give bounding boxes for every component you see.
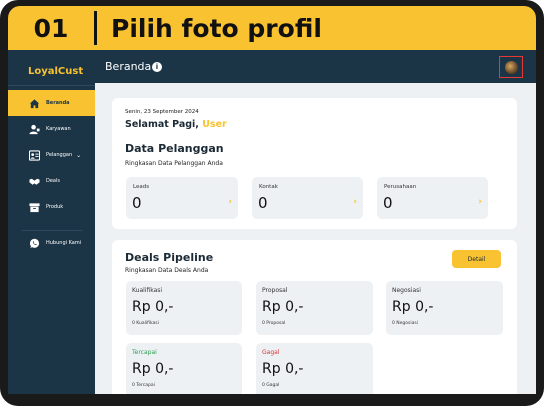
sidebar-item-label: Pelanggan <box>46 152 73 158</box>
pipeline-section-title: Deals Pipeline <box>125 251 214 264</box>
deal-stage-value: Rp 0,- <box>392 299 434 315</box>
banner-divider <box>94 11 97 45</box>
customer-section-subtitle: Ringkasan Data Pelanggan Anda <box>125 160 223 167</box>
deal-stage-value: Rp 0,- <box>132 361 174 377</box>
logo-divider <box>8 85 95 86</box>
deal-stage-label: Tercapai <box>132 349 157 356</box>
page-title: Beranda <box>105 60 152 73</box>
deals-pipeline-card: Deals Pipeline Ringkasan Data Deals Anda… <box>112 240 517 394</box>
stat-value: 0 <box>132 194 142 212</box>
chevron-right-icon: › <box>228 197 232 207</box>
stat-card-leads[interactable]: Leads 0 › <box>126 177 238 219</box>
step-number: 01 <box>33 13 69 43</box>
deal-stage-count: 0 Proposal <box>262 321 286 326</box>
greeting: Selamat Pagi, User <box>125 119 227 130</box>
deal-stage-value: Rp 0,- <box>262 299 304 315</box>
sidebar-item-deals[interactable]: Deals <box>8 168 95 194</box>
info-icon[interactable]: i <box>152 62 162 72</box>
box-icon <box>29 202 40 213</box>
stat-card-perusahaan[interactable]: Perusahaan 0 › <box>377 177 488 219</box>
sidebar-item-beranda[interactable]: Beranda <box>8 90 95 116</box>
top-bar: Beranda i <box>95 50 536 83</box>
employee-icon <box>29 124 40 135</box>
sidebar-item-label: Deals <box>46 178 60 184</box>
device-frame: 01 Pilih foto profil LoyalCust Beranda K… <box>0 0 544 406</box>
deal-stage-count: 0 Kualifikasi <box>132 321 159 326</box>
deal-stage-label: Negosiasi <box>392 287 421 294</box>
customer-section-title: Data Pelanggan <box>125 142 224 155</box>
deal-stage-label: Gagal <box>262 349 280 356</box>
deal-stage-proposal[interactable]: Proposal Rp 0,- 0 Proposal <box>256 281 373 335</box>
deal-stage-negosiasi[interactable]: Negosiasi Rp 0,- 0 Negosiasi <box>386 281 503 335</box>
user-name: User <box>202 119 227 130</box>
deal-stage-kualifikasi[interactable]: Kualifikasi Rp 0,- 0 Kualifikasi <box>126 281 242 335</box>
chevron-down-icon: ⌄ <box>76 151 82 159</box>
app-screen: LoyalCust Beranda Karyawan Pelanggan ⌄ D… <box>8 50 536 394</box>
stat-label: Kontak <box>259 184 278 190</box>
stat-value: 0 <box>383 194 393 212</box>
whatsapp-icon <box>29 238 40 249</box>
deal-stage-value: Rp 0,- <box>262 361 304 377</box>
pipeline-section-subtitle: Ringkasan Data Deals Anda <box>125 267 209 274</box>
detail-button[interactable]: Detail <box>452 250 501 268</box>
sidebar-item-label: Karyawan <box>46 126 71 132</box>
deal-stage-value: Rp 0,- <box>132 299 174 315</box>
chevron-right-icon: › <box>478 197 482 207</box>
home-icon <box>29 98 40 109</box>
customer-summary-card: Senin, 23 September 2024 Selamat Pagi, U… <box>112 98 517 229</box>
greeting-text: Selamat Pagi, <box>125 119 199 130</box>
deal-stage-label: Kualifikasi <box>132 287 163 294</box>
sidebar-item-label: Produk <box>46 204 64 210</box>
sidebar-item-hubungi-kami[interactable]: Hubungi Kami <box>8 230 95 256</box>
sidebar-item-label: Beranda <box>46 100 70 106</box>
avatar[interactable] <box>504 60 518 74</box>
chevron-right-icon: › <box>353 197 357 207</box>
stat-value: 0 <box>258 194 268 212</box>
stat-label: Perusahaan <box>384 184 417 190</box>
deal-stage-gagal[interactable]: Gagal Rp 0,- 0 Gagal <box>256 343 373 394</box>
current-date: Senin, 23 September 2024 <box>125 109 199 115</box>
step-banner: 01 Pilih foto profil <box>8 6 536 50</box>
deal-stage-tercapai[interactable]: Tercapai Rp 0,- 0 Tercapai <box>126 343 242 394</box>
profile-photo-highlight[interactable] <box>499 56 523 78</box>
stat-card-kontak[interactable]: Kontak 0 › <box>252 177 363 219</box>
sidebar-item-pelanggan[interactable]: Pelanggan ⌄ <box>8 142 95 168</box>
app-logo[interactable]: LoyalCust <box>28 66 83 77</box>
stat-label: Leads <box>133 184 150 190</box>
deal-stage-count: 0 Negosiasi <box>392 321 418 326</box>
sidebar-item-karyawan[interactable]: Karyawan <box>8 116 95 142</box>
sidebar: LoyalCust Beranda Karyawan Pelanggan ⌄ D… <box>8 50 95 394</box>
deal-stage-count: 0 Tercapai <box>132 383 155 388</box>
handshake-icon <box>29 176 40 187</box>
banner-title: Pilih foto profil <box>111 13 322 43</box>
deal-stage-count: 0 Gagal <box>262 383 280 388</box>
customer-icon <box>29 149 40 161</box>
sidebar-item-produk[interactable]: Produk <box>8 194 95 220</box>
deal-stage-label: Proposal <box>262 287 288 294</box>
sidebar-item-label: Hubungi Kami <box>46 240 82 246</box>
